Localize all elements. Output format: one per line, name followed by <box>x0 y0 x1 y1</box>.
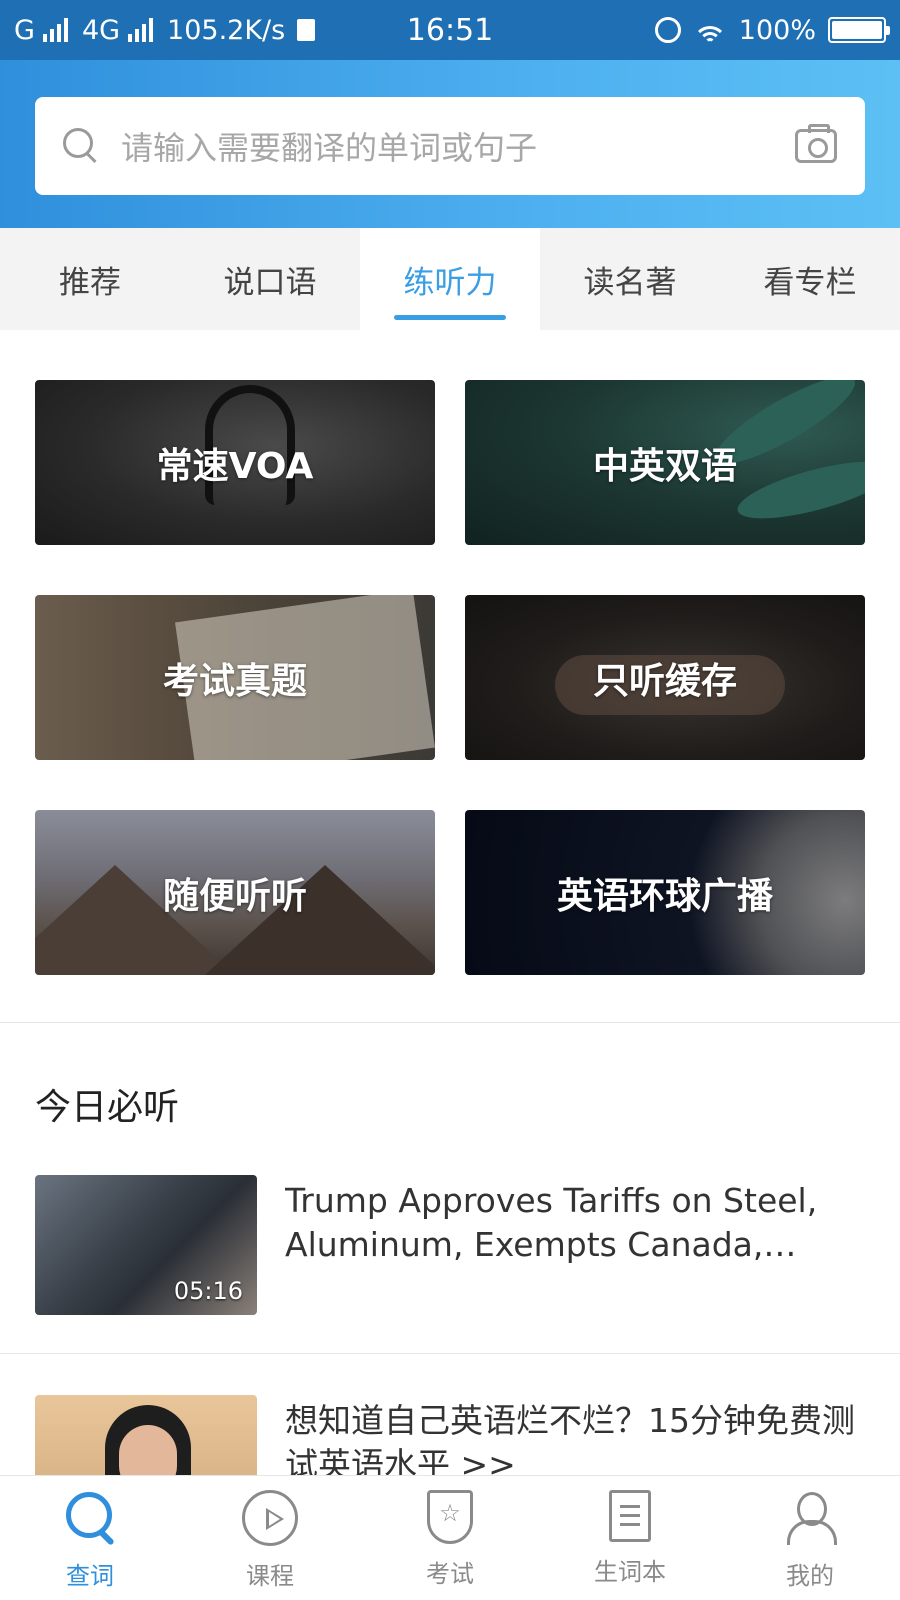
tab-speaking[interactable]: 说口语 <box>180 228 360 330</box>
signal-icon <box>42 18 68 42</box>
video-duration: 05:16 <box>173 1277 243 1305</box>
list-item-title: 想知道自己英语烂不烂？15分钟免费测试英语水平 >> <box>285 1401 855 1475</box>
camera-icon[interactable] <box>795 124 837 163</box>
category-label: 常速VOA <box>156 445 314 487</box>
category-card-world-broadcast[interactable]: 英语环球广播 <box>465 810 865 975</box>
header: 请输入需要翻译的单词或句子 <box>0 60 900 228</box>
category-card-exam-papers[interactable]: 考试真题 <box>35 595 435 760</box>
search-icon <box>62 1490 118 1546</box>
nav-label: 我的 <box>786 1562 834 1590</box>
status-right: 100% <box>654 14 890 46</box>
video-thumbnail: 05:16 <box>35 1175 257 1315</box>
nav-item-profile[interactable]: 我的 <box>720 1476 900 1600</box>
search-placeholder: 请输入需要翻译的单词或句子 <box>121 129 538 167</box>
row-divider <box>0 1353 900 1354</box>
play-circle-icon <box>242 1490 298 1546</box>
status-left: G 4G 105.2K/s <box>14 15 374 46</box>
bottom-nav: 查词 课程 考试 生词本 我的 <box>0 1475 900 1600</box>
category-card-voa[interactable]: 常速VOA <box>35 380 435 545</box>
category-card-random-listen[interactable]: 随便听听 <box>35 810 435 975</box>
status-bar: G 4G 105.2K/s 16:51 100% <box>0 0 900 60</box>
carrier-1: G <box>14 14 35 46</box>
section-title: 今日必听 <box>35 1087 180 1128</box>
battery-percent: 100% <box>738 14 816 46</box>
tab-listening[interactable]: 练听力 <box>360 228 540 330</box>
category-label: 随便听听 <box>162 875 307 917</box>
leaf-image-2 <box>732 449 865 531</box>
clipboard-icon <box>297 19 316 41</box>
nav-label: 考试 <box>426 1560 474 1588</box>
list-item-title: Trump Approves Tariffs on Steel, Aluminu… <box>285 1181 818 1264</box>
nav-label: 课程 <box>246 1562 294 1590</box>
tab-bar: 推荐 说口语 练听力 读名著 看专栏 <box>0 228 900 330</box>
category-label: 只听缓存 <box>592 660 737 702</box>
badge-star-icon <box>427 1490 473 1544</box>
signal-icon-2 <box>128 18 154 42</box>
nav-label: 查词 <box>66 1562 114 1590</box>
user-icon <box>782 1490 838 1546</box>
nav-item-vocabulary[interactable]: 生词本 <box>540 1476 720 1600</box>
search-icon <box>63 128 99 164</box>
list-item[interactable]: 想知道自己英语烂不烂？15分钟免费测试英语水平 >> <box>0 1395 900 1475</box>
face-image <box>119 1425 177 1475</box>
nav-label: 生词本 <box>594 1558 666 1586</box>
category-card-offline-cache[interactable]: 只听缓存 <box>465 595 865 760</box>
category-label: 英语环球广播 <box>556 875 773 917</box>
alarm-icon <box>654 17 681 43</box>
category-card-bilingual[interactable]: 中英双语 <box>465 380 865 545</box>
tab-classics[interactable]: 读名著 <box>540 228 720 330</box>
category-label: 中英双语 <box>592 445 737 487</box>
category-label: 考试真题 <box>162 660 307 702</box>
battery-icon <box>828 17 890 43</box>
nav-item-courses[interactable]: 课程 <box>180 1476 360 1600</box>
network-speed: 105.2K/s <box>167 14 286 46</box>
wifi-icon <box>692 18 727 42</box>
tab-recommend[interactable]: 推荐 <box>0 228 180 330</box>
search-input[interactable]: 请输入需要翻译的单词或句子 <box>35 97 865 195</box>
tab-columns[interactable]: 看专栏 <box>720 228 900 330</box>
nav-item-exam[interactable]: 考试 <box>360 1476 540 1600</box>
nav-item-lookup[interactable]: 查词 <box>0 1476 180 1600</box>
ad-thumbnail <box>35 1395 257 1475</box>
carrier-2: 4G <box>81 14 121 46</box>
section-divider <box>0 1022 900 1023</box>
notebook-icon <box>609 1490 651 1542</box>
list-item[interactable]: 05:16 Trump Approves Tariffs on Steel, A… <box>0 1175 900 1315</box>
